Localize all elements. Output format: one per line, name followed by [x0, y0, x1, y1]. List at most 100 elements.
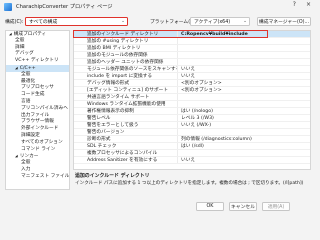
tree-item[interactable]: VC++ ディレクトリ — [6, 58, 69, 65]
property-row[interactable]: 警告のバージョン — [74, 129, 310, 136]
tree-item[interactable]: ◢ C/C++ — [6, 64, 69, 72]
property-value[interactable] — [177, 129, 310, 135]
property-name: 警告のバージョン — [87, 130, 125, 135]
tree-item[interactable]: 詳細設定 — [6, 133, 69, 140]
tree-item[interactable]: マニフェスト ファイル — [6, 174, 69, 181]
property-row[interactable]: 追加のヘッダー ユニットの依存関係 — [74, 59, 310, 66]
property-row[interactable]: 複数プロセッサによるコンパイル — [74, 150, 310, 157]
tree-item-label: 言語 — [21, 98, 31, 104]
property-row[interactable]: 警告をエラーとして扱う いいえ (/WX-) — [74, 122, 310, 129]
tree-item-label: 出力ファイル — [21, 112, 50, 118]
ok-button[interactable]: OK — [196, 202, 224, 211]
tree-item[interactable]: 入力 — [6, 167, 69, 174]
property-row[interactable]: 追加のインクルード ディレクトリ C:Ropencv¥build¥include — [74, 31, 310, 38]
property-row[interactable]: 警告レベル レベル 3 (/W3) — [74, 115, 310, 122]
chevron-down-icon: ⌄ — [121, 18, 125, 24]
property-row[interactable]: 共通言語ランタイム サポート — [74, 94, 310, 101]
tree-item-label: コード生成 — [21, 92, 45, 98]
property-value[interactable] — [177, 150, 310, 156]
window-controls: ? × — [293, 1, 311, 8]
property-row[interactable]: デバッグ情報の形式 <別のオプション> — [74, 80, 310, 87]
close-icon[interactable]: × — [306, 1, 311, 8]
tree-item[interactable]: 全般 — [6, 72, 69, 79]
property-value[interactable]: <別のオプション> — [177, 87, 310, 93]
property-value[interactable]: レベル 3 (/W3) — [177, 115, 310, 121]
config-label: 構成(C): — [5, 20, 24, 25]
platform-dropdown[interactable]: アクティブ(x64) ⌄ — [190, 16, 250, 26]
property-row[interactable]: 著作権情報表示の抑制 はい (/nologo) — [74, 108, 310, 115]
expand-icon[interactable]: ◢ — [15, 66, 18, 70]
property-row[interactable]: Windows ランタイム拡張機能の使用 — [74, 101, 310, 108]
expand-icon[interactable]: ◢ — [9, 32, 12, 36]
property-name: モジュール依存関係のソースをスキャンする — [87, 67, 177, 72]
property-value[interactable]: はい (/nologo) — [177, 108, 310, 114]
tree-item-label: コマンド ライン — [21, 146, 56, 152]
property-row[interactable]: SDL チェック はい (/sdl) — [74, 143, 310, 150]
property-value[interactable] — [177, 101, 310, 107]
tree-item-label: 全般 — [21, 71, 31, 77]
property-name: 複数プロセッサによるコンパイル — [87, 151, 158, 156]
config-dropdown[interactable]: すべての構成 ⌄ — [25, 16, 128, 26]
tree-item-label: すべてのオプション — [21, 139, 63, 145]
config-value: すべての構成 — [29, 19, 58, 25]
configuration-bar: 構成(C): すべての構成 ⌄ プラットフォーム(P): アクティブ(x64) … — [0, 14, 315, 28]
tree-item[interactable]: 外部インクルード — [6, 126, 69, 133]
tree-item-label: 詳細 — [15, 44, 25, 50]
property-row[interactable]: [エディット コンティニュ] のサポート <別のオプション> — [74, 87, 310, 94]
property-name: Windows ランタイム拡張機能の使用 — [87, 102, 166, 107]
property-value[interactable]: <別のオプション> — [177, 80, 310, 86]
description-panel: 追加のインクルード ディレクトリ インクルード パスに追加する 1 つ以上のディ… — [73, 172, 311, 194]
apply-button[interactable]: 適用(A) — [262, 202, 290, 211]
property-row[interactable]: モジュール依存関係のソースをスキャンする いいえ — [74, 66, 310, 73]
property-value[interactable]: いいえ (/WX-) — [177, 122, 310, 128]
tree-item-label: C/C++ — [19, 65, 36, 71]
tree-item[interactable]: すべてのオプション — [6, 140, 69, 147]
tree-item[interactable]: ◢ 構成プロパティ — [6, 31, 69, 38]
tree-item-label: 詳細設定 — [21, 132, 40, 138]
property-name: [エディット コンティニュ] のサポート — [87, 88, 169, 93]
property-value[interactable]: はい (/sdl) — [177, 143, 310, 149]
property-name: 追加のモジュールの依存関係 — [87, 53, 148, 58]
property-row[interactable]: 追加の #using ディレクトリ — [74, 38, 310, 45]
property-name: 追加の #using ディレクトリ — [87, 39, 149, 44]
property-value[interactable]: いいえ — [177, 66, 310, 72]
property-value[interactable] — [177, 52, 310, 58]
description-title: 追加のインクルード ディレクトリ — [75, 173, 150, 179]
property-name: 追加のインクルード ディレクトリ — [87, 32, 159, 37]
category-tree[interactable]: ◢ 構成プロパティ 全般 詳細 デバッグ VC++ ディレクトリ ◢ C/C++ 全般 最適化 プリ… — [5, 30, 70, 190]
tree-item[interactable]: コマンド ライン — [6, 147, 69, 154]
configuration-manager-button[interactable]: 構成マネージャー(O)... — [257, 16, 311, 26]
tree-item[interactable]: 言語 — [6, 99, 69, 106]
app-icon — [4, 2, 12, 11]
chevron-down-icon: ⌄ — [243, 18, 247, 24]
property-value[interactable] — [177, 94, 310, 100]
property-value[interactable] — [177, 45, 310, 51]
property-name: Address Sanitizer を有効にする — [87, 158, 158, 163]
tree-item[interactable]: ◢ リンカー — [6, 153, 69, 160]
property-value[interactable]: C:Ropencv¥build¥include — [177, 31, 310, 37]
property-row[interactable]: 診断の形式 列の情報 (/diagnostics:column) — [74, 136, 310, 143]
tree-item[interactable]: 全般 — [6, 160, 69, 167]
property-grid[interactable]: 追加のインクルード ディレクトリ C:Ropencv¥build¥include 追… — [73, 30, 311, 170]
tree-item-label: 外部インクルード — [21, 126, 59, 132]
property-value[interactable] — [177, 38, 310, 44]
property-row[interactable]: include を import に変換する いいえ — [74, 73, 310, 80]
expand-icon[interactable]: ◢ — [15, 154, 18, 158]
tree-item-label: 入力 — [21, 166, 31, 172]
property-value[interactable] — [177, 59, 310, 65]
tree-item[interactable]: プリコンパイル済みヘ — [6, 106, 69, 113]
cancel-button[interactable]: キャンセル — [229, 202, 257, 211]
tree-item-label: VC++ ディレクトリ — [15, 58, 59, 64]
property-row[interactable]: 追加の BMI ディレクトリ — [74, 45, 310, 52]
tree-item[interactable]: コード生成 — [6, 92, 69, 99]
property-name: 追加のヘッダー ユニットの依存関係 — [87, 60, 164, 65]
property-value[interactable]: いいえ — [177, 73, 310, 79]
property-name: 警告をエラーとして扱う — [87, 123, 139, 128]
property-row[interactable]: 追加のモジュールの依存関係 — [74, 52, 310, 59]
tree-item-label: デバッグ — [15, 51, 34, 57]
help-icon[interactable]: ? — [293, 1, 296, 8]
tree-item[interactable]: 全般 — [6, 38, 69, 45]
property-row[interactable]: Address Sanitizer を有効にする いいえ — [74, 157, 310, 164]
property-value[interactable]: いいえ — [177, 157, 310, 163]
property-value[interactable]: 列の情報 (/diagnostics:column) — [177, 136, 310, 142]
